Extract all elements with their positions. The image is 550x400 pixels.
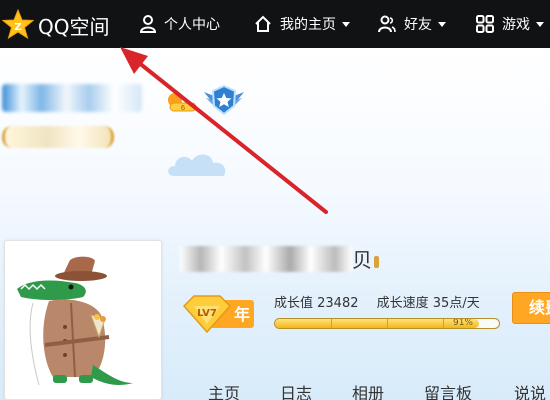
yellow-diamond-level-badge-icon[interactable]: LV7 年 [180, 294, 256, 334]
blurred-signature [2, 126, 114, 148]
home-icon [255, 15, 271, 32]
progress-tick [443, 319, 444, 328]
nav-friends-label: 好友 [404, 17, 432, 33]
space-title-visible-char: 贝 [352, 244, 379, 273]
profile-tabs: 主页 日志 相册 留言板 说说 [0, 378, 550, 400]
growth-progress-fill [275, 319, 479, 328]
growth-progress-bar: 91% [274, 318, 500, 329]
nav-personal-center[interactable]: 个人中心 [140, 12, 220, 36]
avatar[interactable] [4, 240, 162, 400]
profile-header: 6 贝 LV7 年 成长值 23482 成长速度 35点/天 91% 续 主页 … [0, 48, 550, 400]
grid-icon [476, 15, 494, 33]
nav-games[interactable]: 游戏 [476, 12, 544, 36]
top-nav-bar: Z QQ空间 个人中心 我的主页 好友 游戏 [0, 0, 550, 48]
chevron-down-icon [536, 21, 544, 27]
person-icon [140, 15, 156, 33]
level-text: LV7 [197, 308, 217, 319]
growth-info: 成长值 23482 成长速度 35点/天 [274, 292, 494, 311]
growth-value: 成长值 23482 [274, 296, 359, 311]
renew-button[interactable]: 续费 [512, 292, 550, 324]
nav-my-homepage-label: 我的主页 [280, 17, 336, 33]
blurred-nickname [2, 84, 142, 112]
qzone-logo-text[interactable]: QQ空间 [38, 11, 109, 40]
nav-personal-center-label: 个人中心 [164, 17, 220, 33]
tab-blog[interactable]: 日志 [280, 380, 312, 400]
progress-tick [331, 319, 332, 328]
friends-icon [378, 15, 396, 33]
tab-message-board[interactable]: 留言板 [424, 380, 472, 400]
tab-home[interactable]: 主页 [208, 380, 240, 400]
winged-star-badge-icon[interactable] [202, 82, 246, 118]
tab-album[interactable]: 相册 [352, 380, 384, 400]
nav-friends[interactable]: 好友 [378, 12, 446, 36]
growth-progress-label: 91% [452, 318, 473, 328]
crocodile-avatar-icon [9, 245, 159, 395]
level-unit-text: 年 [234, 305, 250, 324]
svg-text:Z: Z [14, 22, 21, 33]
cloud-decoration-icon [168, 154, 226, 176]
yellow-badge-number: 6 [181, 104, 186, 112]
chevron-down-icon [342, 21, 350, 27]
tab-moments[interactable]: 说说 [514, 380, 546, 400]
nav-games-label: 游戏 [502, 17, 530, 33]
progress-tick [387, 319, 388, 328]
blurred-space-title [180, 246, 352, 272]
chevron-down-icon [438, 21, 446, 27]
growth-speed: 成长速度 35点/天 [376, 296, 480, 311]
nav-my-homepage[interactable]: 我的主页 [254, 12, 350, 36]
qzone-star-icon[interactable]: Z [2, 9, 34, 39]
yellow-diamond-badge-icon[interactable]: 6 [166, 92, 198, 112]
